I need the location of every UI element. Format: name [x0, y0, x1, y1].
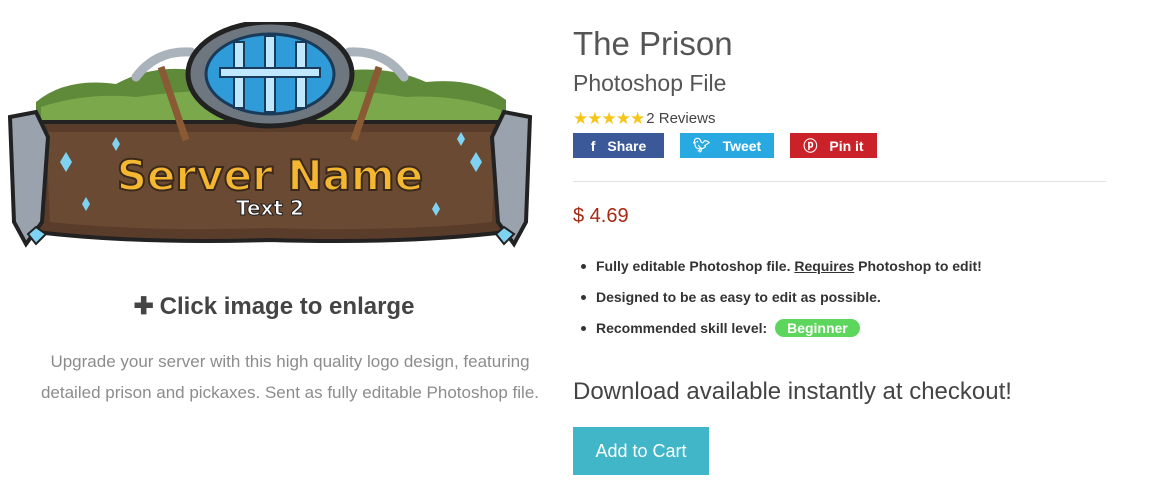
enlarge-image-link[interactable]: ✚ Click image to enlarge: [0, 292, 548, 321]
star-icon: ★: [587, 108, 603, 128]
skill-level-badge: Beginner: [775, 319, 860, 337]
tweet-label: Tweet: [722, 137, 762, 154]
star-icon: ★: [615, 108, 631, 128]
facebook-icon: f: [590, 137, 596, 154]
twitter-icon: 🐦︎: [692, 137, 711, 153]
logo-title-text: Server Name: [117, 151, 423, 200]
pinterest-icon: ⓟ: [803, 137, 818, 154]
add-to-cart-button[interactable]: Add to Cart: [573, 427, 709, 475]
pin-label: Pin it: [829, 137, 864, 154]
twitter-tweet-button[interactable]: 🐦︎ Tweet: [680, 133, 774, 158]
server-logo-image: Server Name Text 2: [7, 22, 533, 248]
requires-link[interactable]: Requires: [794, 258, 854, 274]
feature-text: Fully editable Photoshop file.: [596, 258, 791, 274]
plus-icon: ✚: [133, 293, 154, 320]
pinterest-pin-button[interactable]: ⓟ Pin it: [790, 133, 877, 158]
enlarge-label: Click image to enlarge: [159, 293, 415, 320]
share-label: Share: [607, 137, 647, 154]
reviews-link[interactable]: 2 Reviews: [646, 110, 715, 127]
feature-list: Fully editable Photoshop file. Requires …: [581, 256, 982, 349]
divider: [573, 181, 1106, 182]
star-icon: ★: [601, 108, 617, 128]
product-description: Upgrade your server with this high quali…: [40, 352, 540, 402]
feature-item: Recommended skill level: Beginner: [581, 318, 982, 349]
feature-item: Designed to be as easy to edit as possib…: [581, 287, 982, 318]
star-icon: ★: [630, 108, 646, 128]
facebook-share-button[interactable]: f Share: [573, 133, 664, 158]
rating: ★ ★ ★ ★ ★ 2 Reviews: [573, 108, 715, 128]
feature-item: Fully editable Photoshop file. Requires …: [581, 256, 982, 287]
download-info: Download available instantly at checkout…: [573, 378, 1012, 405]
product-title: The Prison: [573, 25, 733, 62]
star-icon: ★: [573, 108, 589, 128]
feature-text: Photoshop to edit!: [858, 258, 982, 274]
feature-text: Designed to be as easy to edit as possib…: [596, 289, 881, 305]
product-image[interactable]: Server Name Text 2: [6, 22, 534, 250]
logo-subtitle-text: Text 2: [236, 196, 304, 220]
price: $ 4.69: [573, 205, 629, 227]
feature-text: Recommended skill level:: [596, 320, 768, 336]
product-subtitle: Photoshop File: [573, 70, 727, 96]
